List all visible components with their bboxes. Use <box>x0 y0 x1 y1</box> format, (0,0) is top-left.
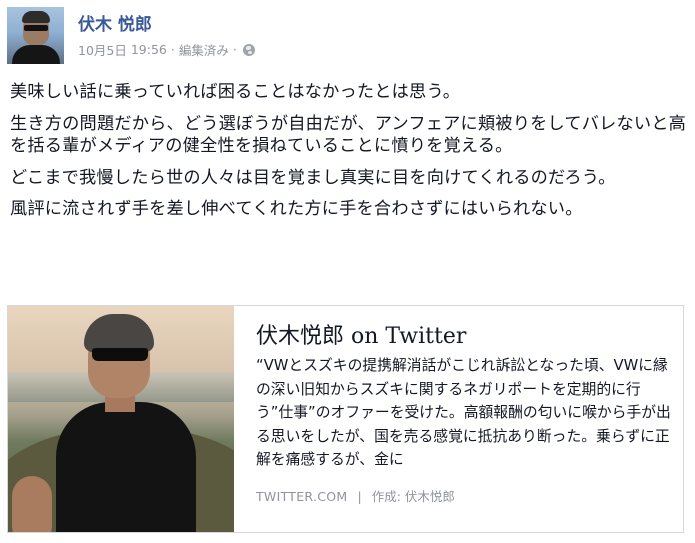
author-avatar[interactable] <box>7 7 64 64</box>
avatar-hair <box>22 11 50 23</box>
meta-separator: · <box>232 42 237 57</box>
globe-icon[interactable] <box>242 43 255 56</box>
post-paragraph: どこまで我慢したら世の人々は目を覚まし真実に目を向けてくれるのだろう。 <box>10 167 616 188</box>
post-date[interactable]: 10月5日 <box>78 40 127 59</box>
photo-person-arm <box>12 476 52 532</box>
link-card-author[interactable]: 作成: 伏木悦郎 <box>372 489 455 504</box>
shared-link-card[interactable]: 伏木悦郎 on Twitter “VWとスズキの提携解消話がこじれ訴訟となった頃… <box>7 305 684 533</box>
post-paragraph: 風評に流されず手を差し伸べてくれた方に手を合わさずにはいられない。 <box>10 199 583 219</box>
link-card-separator: | <box>357 489 362 504</box>
post-meta: 10月5日 19:56 · 編集済み · <box>78 40 255 59</box>
link-card-domain: TWITTER.COM <box>256 489 348 504</box>
meta-separator: · <box>170 42 175 57</box>
link-card-description: “VWとスズキの提携解消話がこじれ訴訟となった頃、VWに縁の深い旧知からスズキに… <box>256 357 671 469</box>
photo-person-hair <box>84 314 154 352</box>
link-card-source: TWITTER.COM | 作成: 伏木悦郎 <box>256 486 455 505</box>
post-time[interactable]: 19:56 <box>131 42 167 57</box>
avatar-sunglasses <box>24 25 48 31</box>
post-paragraph: 美味しい話に乗っていれば困ることはなかったとは思う。 <box>10 82 461 102</box>
avatar-body <box>12 45 60 64</box>
link-card-title[interactable]: 伏木悦郎 on Twitter <box>256 318 466 350</box>
post-body: 美味しい話に乗っていれば困ることはなかったとは思う。 生き方の問題だから、どう選… <box>10 81 690 230</box>
author-name-link[interactable]: 伏木 悦郎 <box>78 10 152 35</box>
photo-person-body <box>56 402 196 532</box>
post-paragraph: 生き方の問題だから、どう選ぼうが自由だが、アンフェアに頬被りをしてバレないと高を… <box>10 113 687 157</box>
link-preview-photo[interactable] <box>8 306 234 532</box>
photo-person-sunglasses <box>92 348 148 361</box>
edited-label[interactable]: 編集済み <box>179 40 229 59</box>
